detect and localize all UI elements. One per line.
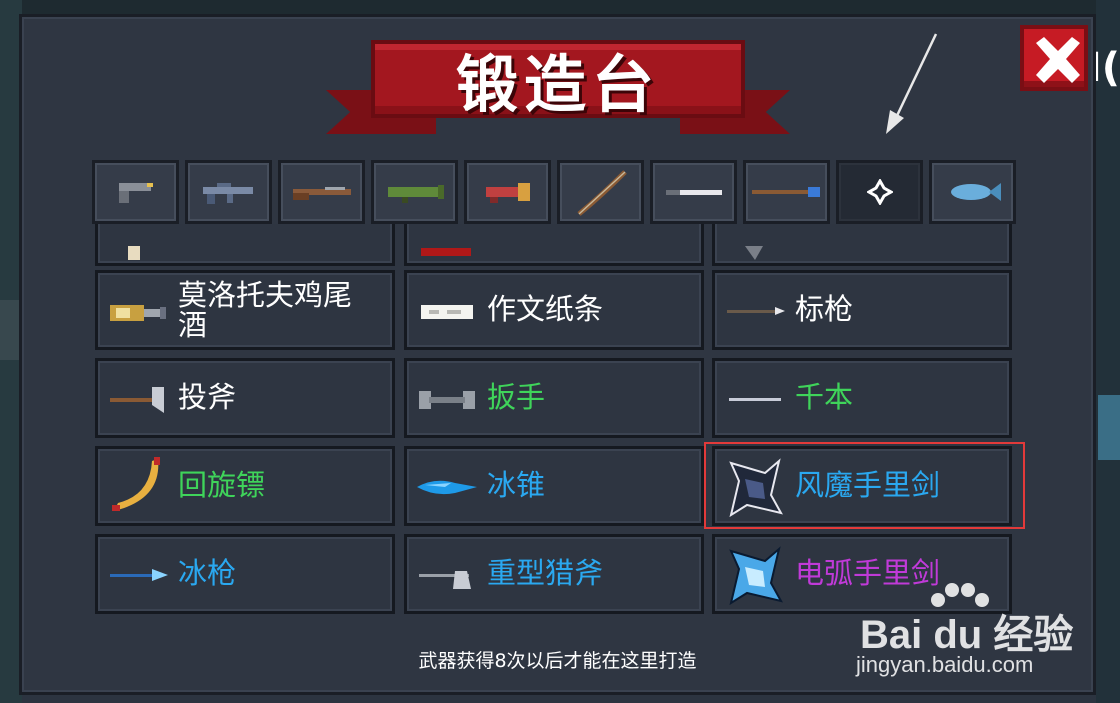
paper-note-icon <box>421 305 473 319</box>
senbon-icon <box>729 398 781 401</box>
javelin-icon <box>727 307 785 315</box>
weapon-name: 千本 <box>795 380 854 415</box>
weapon-name: 投斧 <box>178 380 237 415</box>
tab-sword[interactable] <box>650 160 737 224</box>
sword-icon <box>665 190 722 195</box>
list-item-senbon[interactable]: 千本 <box>712 358 1012 438</box>
tab-laser-gun[interactable] <box>464 160 551 224</box>
tab-bow[interactable] <box>557 160 644 224</box>
tab-pistol[interactable] <box>92 160 179 224</box>
highlight-box <box>704 442 1025 529</box>
weapon-grid: 莫洛托夫鸡尾 酒 作文纸条 标枪 投斧 扳手 千本 回旋镖 冰锥 风魔手里剑 冰… <box>95 224 1019 618</box>
fish-icon <box>950 183 1001 201</box>
tab-staff[interactable] <box>743 160 830 224</box>
close-button[interactable] <box>1020 25 1088 91</box>
list-item-molotov[interactable]: 莫洛托夫鸡尾 酒 <box>95 270 395 350</box>
weapon-name: 标枪 <box>795 292 854 327</box>
list-item-boomerang[interactable]: 回旋镖 <box>95 446 395 526</box>
throwing-weapon-icon <box>866 179 893 205</box>
rifle-icon <box>202 183 253 204</box>
weapon-name: 冰枪 <box>178 556 237 591</box>
background-top <box>0 0 1120 14</box>
heavy-axe-icon <box>419 571 471 589</box>
list-item-partial[interactable] <box>404 224 704 266</box>
category-tabs <box>92 160 1022 224</box>
molotov-icon <box>110 305 166 321</box>
pistol-icon <box>118 183 153 203</box>
weapon-name: 回旋镖 <box>178 468 266 503</box>
list-item-partial[interactable] <box>712 224 1012 266</box>
list-item-javelin[interactable]: 标枪 <box>712 270 1012 350</box>
weapon-name: 重型猎斧 <box>487 556 604 591</box>
boomerang-icon <box>112 457 160 511</box>
baidu-watermark: Bai du 经验 jingyan.baidu.com <box>856 580 1116 690</box>
list-item-heavy-axe[interactable]: 重型猎斧 <box>404 534 704 614</box>
close-icon <box>1036 37 1080 83</box>
list-item-ice-spear[interactable]: 冰枪 <box>95 534 395 614</box>
tab-shotgun[interactable] <box>278 160 365 224</box>
shotgun-icon <box>292 187 351 200</box>
tab-throwing-weapon[interactable] <box>836 160 923 224</box>
arc-shuriken-icon <box>729 546 783 606</box>
staff-icon <box>751 187 820 197</box>
weapon-name: 莫洛托夫鸡尾 <box>178 277 353 312</box>
tab-fish[interactable] <box>929 160 1016 224</box>
watermark-site: jingyan.baidu.com <box>856 652 1034 677</box>
throwing-axe-icon <box>110 387 164 413</box>
list-item-wrench[interactable]: 扳手 <box>404 358 704 438</box>
weapon-name: 作文纸条 <box>487 292 604 327</box>
icicle-icon <box>417 480 477 495</box>
tab-rifle[interactable] <box>185 160 272 224</box>
tab-rocket-launcher[interactable] <box>371 160 458 224</box>
wrench-icon <box>419 391 475 409</box>
list-item-paper-note[interactable]: 作文纸条 <box>404 270 704 350</box>
weapon-name: 冰锥 <box>487 468 546 503</box>
list-item-icicle[interactable]: 冰锥 <box>404 446 704 526</box>
title-ribbon: 锻造台 <box>371 40 745 121</box>
ice-spear-icon <box>110 569 168 581</box>
list-item-partial[interactable] <box>95 224 395 266</box>
weapon-name-cont: 酒 <box>178 308 208 342</box>
annotation-arrow-icon <box>886 33 938 134</box>
list-item-throwing-axe[interactable]: 投斧 <box>95 358 395 438</box>
bow-icon <box>576 170 627 216</box>
page-title: 锻造台 <box>455 48 660 121</box>
weapon-name: 扳手 <box>487 380 546 415</box>
rocket-launcher-icon <box>387 185 444 203</box>
laser-gun-icon <box>485 183 530 203</box>
